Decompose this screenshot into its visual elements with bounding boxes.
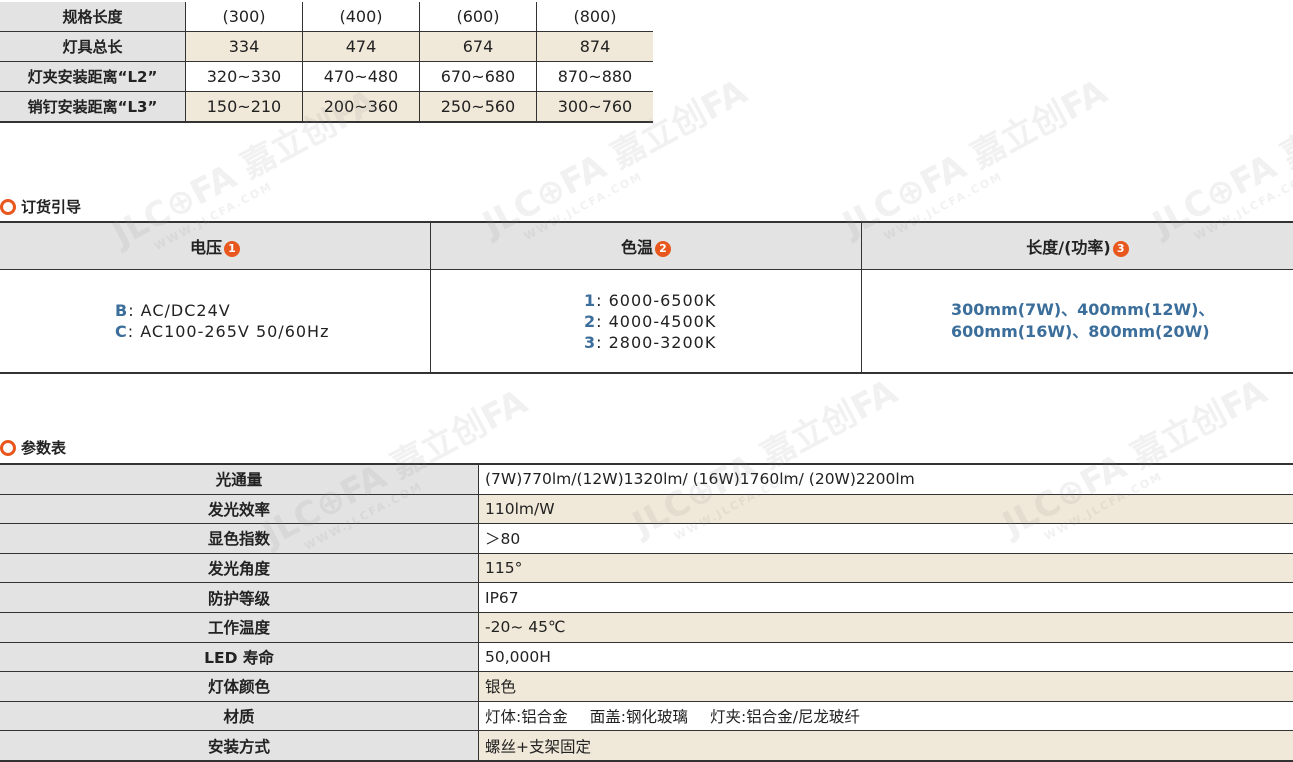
param-value: IP67	[479, 583, 1293, 613]
voltage-option: B: AC/DC24V	[115, 300, 430, 321]
table-row: 材质 灯体:铝合金面盖:钢化玻璃灯夹:铝合金/尼龙玻纤	[0, 701, 1293, 731]
param-key: 防护等级	[0, 583, 479, 613]
circle-bullet-icon	[0, 199, 16, 215]
param-value: -20~ 45℃	[479, 612, 1293, 642]
spec-cell: 874	[537, 32, 654, 62]
params-table: 光通量(7W)770lm/(12W)1320lm/ (16W)1760lm/ (…	[0, 463, 1293, 762]
order-guide-title: 订货引导	[0, 196, 81, 217]
param-key: 光通量	[0, 464, 479, 494]
circle-bullet-icon	[0, 440, 16, 456]
spec-row-l3: 销钉安装距离“L3” 150~210 200~360 250~560 300~7…	[0, 92, 653, 123]
color-temp-header-label: 色温	[621, 238, 653, 257]
length-power-header: 长度/(功率)3	[862, 222, 1293, 270]
spec-cell: 320~330	[186, 62, 303, 92]
table-row: 光通量(7W)770lm/(12W)1320lm/ (16W)1760lm/ (…	[0, 464, 1293, 494]
param-value: (7W)770lm/(12W)1320lm/ (16W)1760lm/ (20W…	[479, 464, 1293, 494]
param-value: 螺丝+支架固定	[479, 731, 1293, 761]
spec-cell: 200~360	[303, 92, 420, 123]
spec-row-total: 灯具总长 334 474 674 874	[0, 32, 653, 62]
order-body-row: B: AC/DC24V C: AC100-265V 50/60Hz 1: 600…	[0, 270, 1293, 374]
number-badge-icon: 2	[655, 241, 671, 257]
table-row: 工作温度-20~ 45℃	[0, 612, 1293, 642]
param-key: 灯体颜色	[0, 672, 479, 702]
length-power-header-label: 长度/(功率)	[1026, 238, 1110, 257]
voltage-header: 电压1	[0, 222, 431, 270]
spec-cell: 674	[420, 32, 537, 62]
spec-cell: 474	[303, 32, 420, 62]
spec-cell: 670~680	[420, 62, 537, 92]
color-temp-option: 3: 2800-3200K	[584, 332, 861, 353]
length-power-options: 300mm(7W)、400mm(12W)、 600mm(16W)、800mm(2…	[862, 270, 1293, 374]
table-row: 防护等级IP67	[0, 583, 1293, 613]
param-value: 115°	[479, 553, 1293, 583]
length-power-line: 600mm(16W)、800mm(20W)	[951, 321, 1293, 343]
order-guide-table: 电压1 色温2 长度/(功率)3 B: AC/DC24V C: AC100-26…	[0, 221, 1293, 374]
color-temp-option: 1: 6000-6500K	[584, 290, 861, 311]
spec-cell: (600)	[420, 2, 537, 32]
param-value: 银色	[479, 672, 1293, 702]
param-key: LED 寿命	[0, 642, 479, 672]
param-value: 50,000H	[479, 642, 1293, 672]
param-key: 安装方式	[0, 731, 479, 761]
param-key: 发光角度	[0, 553, 479, 583]
color-temp-option: 2: 4000-4500K	[584, 311, 861, 332]
spec-label: 灯具总长	[0, 32, 186, 62]
spec-row-l2: 灯夹安装距离“L2” 320~330 470~480 670~680 870~8…	[0, 62, 653, 92]
spec-row-length: 规格长度 (300) (400) (600) (800)	[0, 2, 653, 32]
voltage-options: B: AC/DC24V C: AC100-265V 50/60Hz	[0, 270, 431, 374]
spec-cell: (800)	[537, 2, 654, 32]
spec-cell: 470~480	[303, 62, 420, 92]
spec-label: 规格长度	[0, 2, 186, 32]
param-key: 发光效率	[0, 494, 479, 524]
spec-cell: 300~760	[537, 92, 654, 123]
param-value: 110lm/W	[479, 494, 1293, 524]
spec-cell: (400)	[303, 2, 420, 32]
table-row: 发光角度115°	[0, 553, 1293, 583]
voltage-header-label: 电压	[190, 238, 222, 257]
params-title: 参数表	[0, 437, 66, 458]
voltage-option: C: AC100-265V 50/60Hz	[115, 321, 430, 342]
color-temp-options: 1: 6000-6500K 2: 4000-4500K 3: 2800-3200…	[431, 270, 862, 374]
order-header-row: 电压1 色温2 长度/(功率)3	[0, 222, 1293, 270]
spec-cell: 334	[186, 32, 303, 62]
color-temp-header: 色温2	[431, 222, 862, 270]
spec-label: 销钉安装距离“L3”	[0, 92, 186, 123]
spec-cell: 150~210	[186, 92, 303, 123]
table-row: 安装方式螺丝+支架固定	[0, 731, 1293, 761]
number-badge-icon: 1	[224, 241, 240, 257]
param-key: 显色指数	[0, 524, 479, 554]
param-key: 材质	[0, 701, 479, 731]
order-guide-title-text: 订货引导	[21, 196, 81, 217]
param-key: 工作温度	[0, 612, 479, 642]
spec-length-table: 规格长度 (300) (400) (600) (800) 灯具总长 334 47…	[0, 2, 653, 123]
spec-label: 灯夹安装距离“L2”	[0, 62, 186, 92]
spec-cell: (300)	[186, 2, 303, 32]
spec-cell: 870~880	[537, 62, 654, 92]
params-title-text: 参数表	[21, 437, 66, 458]
table-row: 灯体颜色银色	[0, 672, 1293, 702]
length-power-line: 300mm(7W)、400mm(12W)、	[951, 299, 1293, 321]
number-badge-icon: 3	[1113, 241, 1129, 257]
param-value-material: 灯体:铝合金面盖:钢化玻璃灯夹:铝合金/尼龙玻纤	[479, 701, 1293, 731]
table-row: LED 寿命50,000H	[0, 642, 1293, 672]
param-value: ＞80	[479, 524, 1293, 554]
table-row: 发光效率110lm/W	[0, 494, 1293, 524]
spec-cell: 250~560	[420, 92, 537, 123]
table-row: 显色指数＞80	[0, 524, 1293, 554]
